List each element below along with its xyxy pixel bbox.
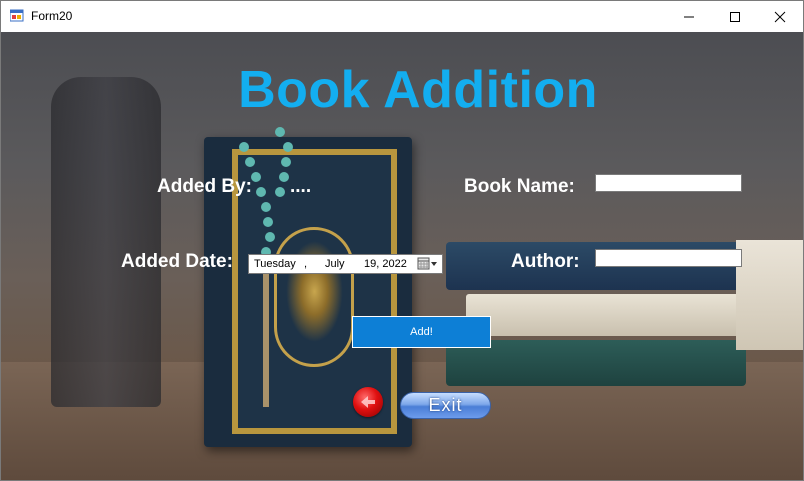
add-button[interactable]: Add! (352, 316, 491, 348)
added-date-picker[interactable]: Tuesday , July 19, 2022 (248, 254, 443, 274)
book-name-label: Book Name: (464, 176, 575, 197)
author-input[interactable] (595, 249, 742, 267)
app-icon (10, 9, 24, 22)
background-lantern (51, 77, 161, 407)
calendar-dropdown-icon[interactable] (417, 257, 439, 271)
back-arrow-icon (361, 396, 375, 408)
page-title: Book Addition (238, 61, 598, 119)
date-month: July (325, 258, 345, 270)
added-by-value: .... (290, 176, 312, 197)
date-day-year: 19, 2022 (364, 258, 407, 270)
date-weekday: Tuesday (254, 258, 296, 270)
title-bar: Form20 (1, 1, 803, 32)
added-by-label: Added By: (157, 176, 252, 197)
window-title: Form20 (31, 9, 73, 23)
maximize-button[interactable] (712, 1, 758, 32)
exit-button[interactable]: Exit (400, 392, 491, 419)
close-button[interactable] (757, 1, 803, 32)
close-icon (774, 11, 786, 22)
minimize-icon (684, 16, 694, 17)
maximize-icon (730, 11, 740, 22)
minimize-button[interactable] (666, 1, 712, 32)
form-client-area: Book Addition Added By: .... Book Name: … (1, 32, 803, 480)
background-book-right (736, 240, 803, 350)
back-button[interactable] (353, 387, 383, 417)
date-separator: , (304, 258, 308, 270)
form20-window: Form20 Book Addition Added By: .... Book… (0, 0, 804, 481)
author-label: Author: (511, 251, 580, 272)
book-name-input[interactable] (595, 174, 742, 192)
added-date-label: Added Date: (121, 251, 233, 272)
